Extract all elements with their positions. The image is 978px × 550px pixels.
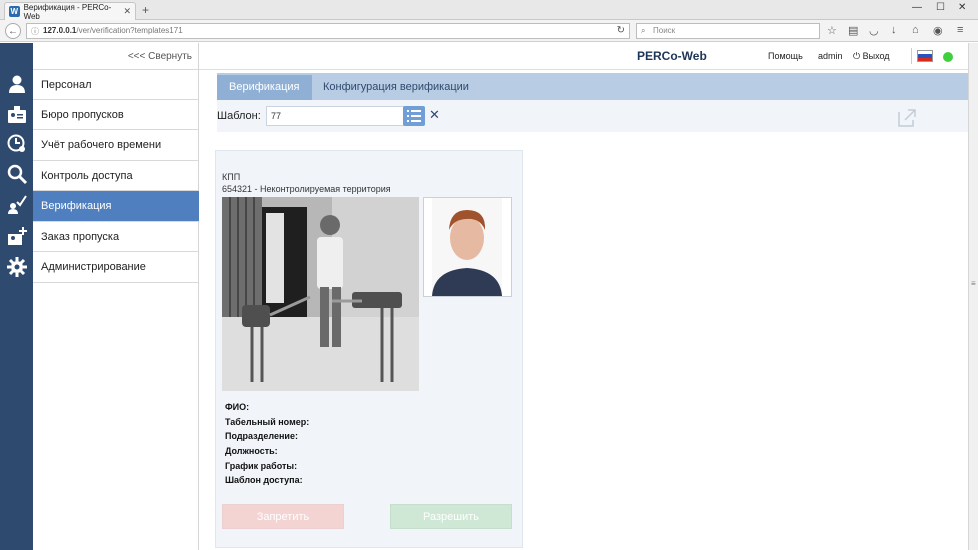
open-external-icon[interactable]: [897, 108, 917, 128]
browser-tab[interactable]: W Верификация - PERCo-Web ✕: [4, 2, 136, 21]
id-card-icon[interactable]: [0, 99, 33, 129]
scroll-grip-icon[interactable]: ≡: [971, 279, 977, 288]
menu-icon[interactable]: ≡: [957, 24, 963, 36]
status-indicator: [943, 52, 953, 62]
field-full-name: ФИО:: [225, 402, 250, 412]
back-icon[interactable]: ←: [5, 23, 21, 39]
deny-button[interactable]: Запретить: [222, 504, 344, 529]
tab-verification[interactable]: Верификация: [217, 75, 312, 100]
reading-list-icon[interactable]: ▤: [848, 24, 858, 37]
address-bar[interactable]: ⓘ 127.0.0.1/ver/verification?templates17…: [26, 23, 630, 39]
sidebar-item-personnel[interactable]: Персонал: [33, 69, 199, 100]
clear-template-icon[interactable]: ✕: [429, 107, 440, 123]
url-host: 127.0.0.1: [43, 26, 77, 35]
download-icon[interactable]: ↓: [891, 24, 897, 36]
verification-card: КПП 654321 - Неконтролируемая территория: [215, 150, 523, 548]
sidebar-item-administration[interactable]: Администрирование: [33, 252, 199, 283]
user-name[interactable]: admin: [818, 51, 843, 61]
template-label: Шаблон:: [217, 110, 261, 122]
sidebar-item-access-control[interactable]: Контроль доступа: [33, 161, 199, 191]
content-tabs: Верификация Конфигурация верификации: [217, 73, 968, 100]
template-filter: Шаблон: 77 ✕: [217, 100, 968, 132]
sidebar-item-pass-office[interactable]: Бюро пропусков: [33, 100, 199, 130]
reload-icon[interactable]: ↻: [617, 24, 625, 38]
field-access-template: Шаблон доступа:: [225, 475, 303, 485]
logout-link[interactable]: ⏻ Выход: [853, 51, 890, 62]
person-icon[interactable]: [0, 69, 33, 99]
pocket-icon[interactable]: ◡: [869, 24, 879, 37]
bookmark-star-icon[interactable]: ☆: [827, 24, 837, 37]
checkpoint-title: КПП: [222, 172, 241, 182]
employee-photo: [423, 197, 512, 297]
list-icon: [407, 110, 421, 122]
allow-button[interactable]: Разрешить: [390, 504, 512, 529]
brand-title: PERCo-Web: [637, 49, 707, 63]
sidebar-item-pass-order[interactable]: Заказ пропуска: [33, 222, 199, 252]
browser-nav-bar: ← ⓘ 127.0.0.1/ver/verification?templates…: [0, 20, 978, 42]
magnifier-icon: ⌕: [641, 26, 646, 35]
browser-tab-strip: W Верификация - PERCo-Web ✕ + — ☐ ✕: [0, 0, 978, 21]
page-scrollbar[interactable]: ≡: [968, 43, 978, 550]
pass-order-icon[interactable]: [0, 221, 33, 251]
search-icon[interactable]: [0, 159, 33, 189]
checkpoint-zone: 654321 - Неконтролируемая территория: [222, 184, 391, 194]
camera-photo: [222, 197, 419, 391]
field-work-schedule: График работы:: [225, 461, 298, 471]
field-position: Должность:: [225, 446, 278, 456]
gear-icon[interactable]: [0, 252, 33, 282]
perco-favicon-icon: W: [9, 6, 20, 17]
window-close-icon[interactable]: ✕: [958, 2, 966, 13]
browser-tab-title: Верификация - PERCo-Web: [23, 2, 112, 21]
minimize-icon[interactable]: —: [912, 2, 922, 13]
app-header: PERCo-Web Помощь admin ⏻ Выход: [199, 43, 968, 70]
new-tab-icon[interactable]: +: [142, 3, 149, 17]
sidebar-item-time-tracking[interactable]: Учёт рабочего времени: [33, 130, 199, 161]
maximize-icon[interactable]: ☐: [936, 2, 945, 13]
verify-check-icon[interactable]: [0, 189, 33, 219]
power-icon: ⏻: [853, 51, 863, 61]
home-icon[interactable]: ⌂: [912, 24, 919, 36]
search-placeholder: Поиск: [653, 26, 676, 35]
logout-label: Выход: [862, 51, 890, 61]
close-tab-icon[interactable]: ✕: [123, 6, 131, 17]
url-path: /ver/verification?templates171: [76, 26, 183, 35]
template-input[interactable]: 77: [266, 106, 404, 126]
field-personnel-number: Табельный номер:: [225, 417, 310, 427]
sidebar-item-verification[interactable]: Верификация: [33, 191, 199, 222]
help-link[interactable]: Помощь: [768, 51, 803, 61]
template-list-button[interactable]: [403, 106, 425, 126]
sidebar-menu: Персонал Бюро пропусков Учёт рабочего вр…: [33, 69, 199, 283]
site-info-icon[interactable]: ⓘ: [31, 25, 39, 39]
collapse-sidebar-link[interactable]: <<< Свернуть: [128, 51, 192, 62]
header-divider: [911, 48, 912, 64]
icon-rail: [0, 43, 33, 550]
clock-person-icon[interactable]: [0, 129, 33, 159]
language-flag-icon[interactable]: [917, 50, 933, 62]
sidebar: <<< Свернуть Персонал Бюро пропусков Учё…: [33, 43, 199, 550]
chat-icon[interactable]: ◉: [933, 24, 943, 37]
tab-verification-config[interactable]: Конфигурация верификации: [311, 75, 481, 100]
browser-search-input[interactable]: ⌕ Поиск: [636, 23, 820, 39]
field-department: Подразделение:: [225, 431, 298, 441]
